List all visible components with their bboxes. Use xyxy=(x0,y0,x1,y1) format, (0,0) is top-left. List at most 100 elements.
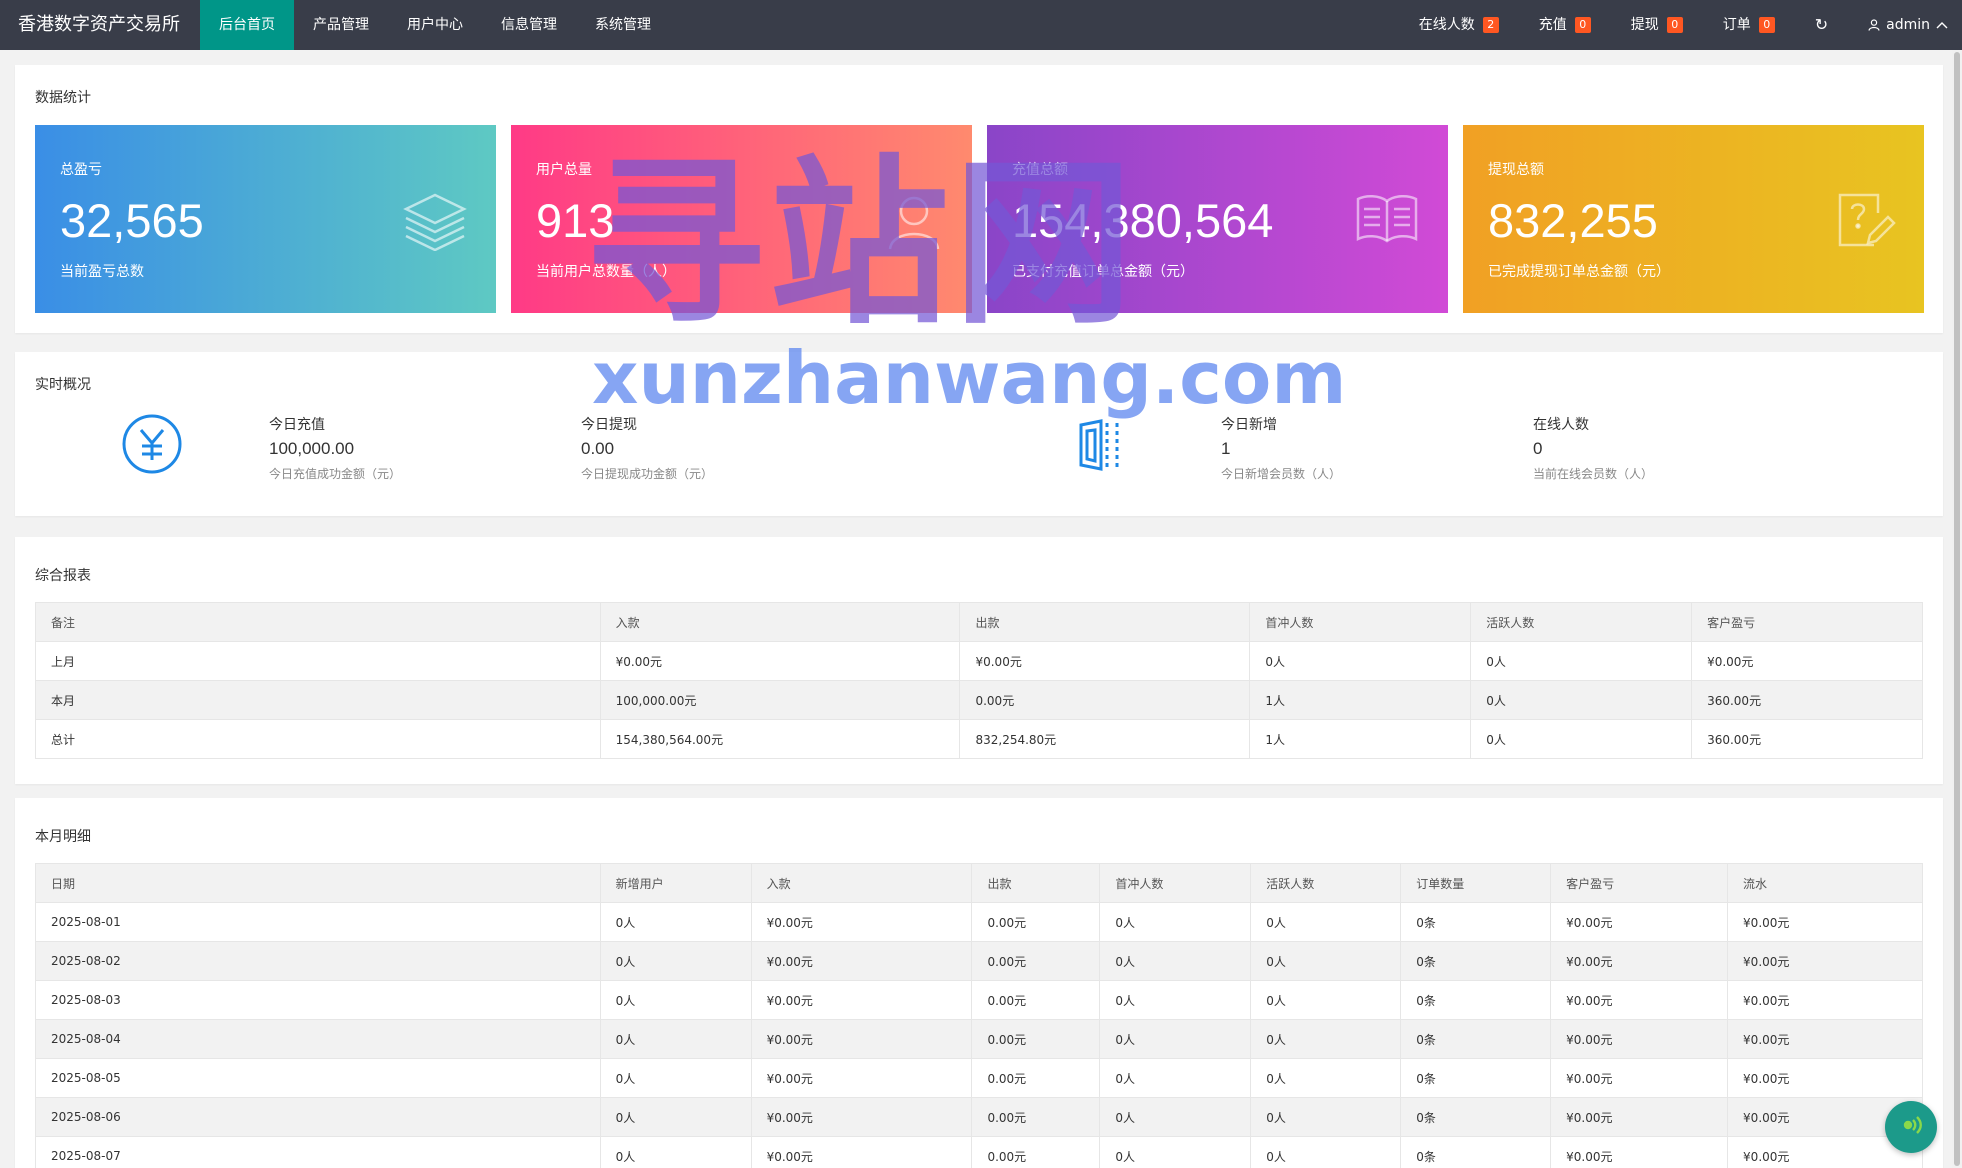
user-icon xyxy=(884,191,944,255)
tile-label: 充值总额 xyxy=(1012,162,1068,178)
nav-item-products[interactable]: 产品管理 xyxy=(294,0,388,50)
table-row: 2025-08-06 0人 ¥0.00元 0.00元 0人 0人 0条 ¥0.00元 ¥0.00… xyxy=(35,1097,1923,1137)
broadcast-icon xyxy=(1896,1110,1926,1144)
table-header: 出款 xyxy=(971,863,1101,903)
tile-desc: 当前盈亏总数 xyxy=(60,264,144,280)
table-cell: 0条 xyxy=(1400,941,1552,981)
rt-value: 100,000.00 xyxy=(269,439,355,458)
nav-item-home[interactable]: 后台首页 xyxy=(200,0,294,50)
table-cell: 1人 xyxy=(1249,719,1472,759)
user-menu[interactable]: admin xyxy=(1848,0,1962,50)
table-cell: 0人 xyxy=(1470,641,1693,681)
table-header: 订单数量 xyxy=(1400,863,1552,903)
table-cell: 0条 xyxy=(1400,980,1552,1020)
stats-card: 数据统计 总盈亏 32,565 当前盈亏总数 用户总量 913 当前用户总数量（… xyxy=(15,65,1943,333)
top-navbar: 香港数字资产交易所 后台首页 产品管理 用户中心 信息管理 系统管理 在线人数 … xyxy=(0,0,1962,50)
table-cell: 0.00元 xyxy=(971,1136,1101,1168)
orders-label: 订单 xyxy=(1722,17,1751,33)
table-cell: 360.00元 xyxy=(1691,680,1923,720)
table-cell: ¥0.00元 xyxy=(1727,980,1923,1020)
rt-desc: 当前在线会员数（人） xyxy=(1533,467,1654,481)
edit-icon xyxy=(1834,191,1896,257)
table-cell: ¥0.00元 xyxy=(1727,1058,1923,1098)
table-header: 入款 xyxy=(750,863,973,903)
table-cell: 0人 xyxy=(1250,980,1402,1020)
rt-value: 0 xyxy=(1533,439,1543,458)
nav-right: 在线人数 2 充值 0 提现 0 订单 0 ↻ admin xyxy=(1399,0,1962,50)
tile-total-profit: 总盈亏 32,565 当前盈亏总数 xyxy=(35,125,496,313)
table-cell: 0人 xyxy=(1249,641,1472,681)
table-cell: ¥0.00元 xyxy=(750,1058,973,1098)
table-cell: 2025-08-06 xyxy=(35,1097,601,1137)
table-cell: 0人 xyxy=(1099,980,1252,1020)
floating-action-button[interactable] xyxy=(1885,1101,1937,1153)
table-header: 新增用户 xyxy=(599,863,752,903)
table-cell: 0.00元 xyxy=(971,941,1101,981)
table-cell: 0人 xyxy=(1250,1019,1402,1059)
app-title: 香港数字资产交易所 xyxy=(18,14,180,35)
report-table: 备注 入款 出款 首冲人数 活跃人数 客户盈亏 上月 ¥0.00元 ¥0.00元… xyxy=(35,602,1923,759)
table-cell: 0人 xyxy=(1250,902,1402,942)
table-cell: 0条 xyxy=(1400,1058,1552,1098)
table-cell: 100,000.00元 xyxy=(599,680,961,720)
tile-value: 832,255 xyxy=(1488,194,1658,247)
refresh-button[interactable]: ↻ xyxy=(1795,0,1848,50)
realtime-card: 实时概况 今日充值 100,000.00 今日充值成功金额（元） 今日提现 0.… xyxy=(15,352,1943,516)
page-scrollbar[interactable] xyxy=(1952,50,1962,1168)
table-cell: ¥0.00元 xyxy=(750,902,973,942)
table-cell: ¥0.00元 xyxy=(1550,1019,1729,1059)
table-cell: 0条 xyxy=(1400,902,1552,942)
withdraw-link[interactable]: 提现 0 xyxy=(1611,0,1703,50)
table-cell: 0.00元 xyxy=(971,902,1101,942)
table-row: 2025-08-05 0人 ¥0.00元 0.00元 0人 0人 0条 ¥0.00元 ¥0.00… xyxy=(35,1058,1923,1098)
user-icon xyxy=(1868,19,1880,31)
table-cell: ¥0.00元 xyxy=(750,1136,973,1168)
table-cell: 上月 xyxy=(35,641,601,681)
nav-item-info[interactable]: 信息管理 xyxy=(482,0,576,50)
online-users-label: 在线人数 xyxy=(1418,17,1475,33)
table-header: 客户盈亏 xyxy=(1550,863,1729,903)
table-cell: 0.00元 xyxy=(971,1097,1101,1137)
tile-label: 提现总额 xyxy=(1488,162,1544,178)
recharge-label: 充值 xyxy=(1538,17,1567,33)
table-row: 2025-08-02 0人 ¥0.00元 0.00元 0人 0人 0条 ¥0.00元 ¥0.00… xyxy=(35,941,1923,981)
nav-item-system[interactable]: 系统管理 xyxy=(576,0,670,50)
nav-item-users[interactable]: 用户中心 xyxy=(388,0,482,50)
monthly-card: 本月明细 日期 新增用户 入款 出款 首冲人数 活跃人数 订单数量 客户盈亏 流… xyxy=(15,798,1943,1168)
tile-desc: 当前用户总数量（人） xyxy=(536,264,676,280)
rt-value: 1 xyxy=(1221,439,1231,458)
tile-total-withdraw: 提现总额 832,255 已完成提现订单总金额（元） xyxy=(1463,125,1924,313)
door-icon xyxy=(1077,417,1129,477)
table-cell: 2025-08-01 xyxy=(35,902,601,942)
table-header: 日期 xyxy=(35,863,601,903)
table-cell: 154,380,564.00元 xyxy=(599,719,961,759)
chevron-up-icon xyxy=(1936,21,1948,29)
withdraw-label: 提现 xyxy=(1630,17,1659,33)
scrollbar-thumb[interactable] xyxy=(1954,52,1960,1166)
today-withdraw: 今日提现 0.00 今日提现成功金额（元） xyxy=(581,414,713,482)
table-header-row: 备注 入款 出款 首冲人数 活跃人数 客户盈亏 xyxy=(35,602,1923,642)
table-header: 客户盈亏 xyxy=(1691,602,1923,642)
table-header-row: 日期 新增用户 入款 出款 首冲人数 活跃人数 订单数量 客户盈亏 流水 xyxy=(35,863,1923,903)
withdraw-badge: 0 xyxy=(1666,17,1683,33)
orders-link[interactable]: 订单 0 xyxy=(1703,0,1795,50)
table-cell: 0.00元 xyxy=(971,1058,1101,1098)
table-header: 首冲人数 xyxy=(1099,863,1252,903)
table-cell: 0人 xyxy=(1099,1019,1252,1059)
online-users-link[interactable]: 在线人数 2 xyxy=(1399,0,1519,50)
recharge-link[interactable]: 充值 0 xyxy=(1519,0,1611,50)
username: admin xyxy=(1886,17,1930,33)
table-cell: 0人 xyxy=(599,1136,752,1168)
table-cell: 0人 xyxy=(599,1097,752,1137)
table-header: 出款 xyxy=(959,602,1251,642)
tile-label: 用户总量 xyxy=(536,162,592,178)
table-cell: ¥0.00元 xyxy=(750,980,973,1020)
table-row: 总计 154,380,564.00元 832,254.80元 1人 0人 360… xyxy=(35,719,1923,759)
table-cell: 0.00元 xyxy=(971,980,1101,1020)
table-cell: 0人 xyxy=(1250,1097,1402,1137)
table-cell: 0人 xyxy=(599,980,752,1020)
yuan-icon xyxy=(121,413,183,479)
table-cell: 0人 xyxy=(1099,1058,1252,1098)
tile-desc: 已支付充值订单总金额（元） xyxy=(1012,264,1194,280)
table-cell: 0.00元 xyxy=(959,680,1251,720)
